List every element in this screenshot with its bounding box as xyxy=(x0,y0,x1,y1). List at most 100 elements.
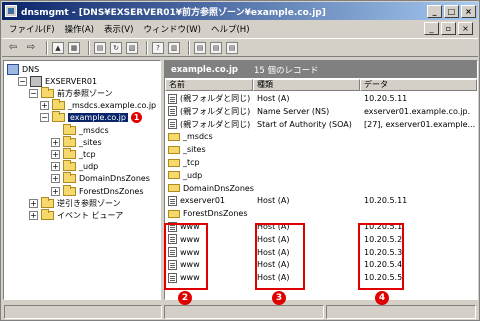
expand-icon[interactable]: + xyxy=(51,137,60,147)
record-data: exserver01.example.co.jp. xyxy=(364,106,471,116)
expand-icon[interactable]: + xyxy=(51,186,60,196)
tree-item[interactable]: + _tcp xyxy=(51,147,96,160)
folder-icon xyxy=(168,145,180,154)
type-highlight-box xyxy=(255,223,305,290)
toolbar-separator xyxy=(146,40,148,55)
tree-item[interactable]: + ForestDnsZones xyxy=(51,184,143,197)
expand-icon[interactable]: + xyxy=(29,210,38,220)
tree-item-label: 逆引き参照ゾーン xyxy=(57,198,121,208)
record-name: ForestDnsZones xyxy=(183,209,248,219)
list-item[interactable]: _sites xyxy=(165,144,477,156)
folder-icon xyxy=(41,86,54,98)
expand-icon[interactable]: + xyxy=(51,149,60,159)
expand-icon[interactable]: + xyxy=(51,162,60,172)
record-name-cell: (親フォルダと同じ) xyxy=(168,93,254,105)
menu-item[interactable]: ファイル(F) xyxy=(4,23,60,35)
zone-header: example.co.jp 15 個のレコード xyxy=(165,61,477,78)
help-icon[interactable]: ? xyxy=(152,41,164,54)
collapse-icon[interactable]: − xyxy=(18,76,27,86)
collapse-icon[interactable]: − xyxy=(29,88,38,98)
record-type xyxy=(257,208,360,220)
record-name-cell: _msdcs xyxy=(168,131,254,143)
folder-icon xyxy=(63,160,76,172)
refresh-icon[interactable]: ↻ xyxy=(110,41,122,54)
record-data xyxy=(364,144,476,156)
mdi-close-button[interactable]: × xyxy=(458,22,473,35)
new-mail-exchanger-icon[interactable]: ▤ xyxy=(226,41,238,54)
close-button[interactable]: × xyxy=(461,4,476,18)
export-list-icon[interactable]: ▧ xyxy=(126,41,138,54)
tree-item[interactable]: + イベント ビューア xyxy=(29,208,123,221)
table-row[interactable]: (親フォルダと同じ) Host (A) 10.20.5.11 xyxy=(165,93,477,105)
server-icon xyxy=(30,75,42,87)
maximize-button[interactable]: □ xyxy=(444,4,459,18)
column-header-type[interactable]: 種類 xyxy=(253,79,360,91)
table-row[interactable]: www Host (A) 10.20.5.2 xyxy=(165,234,477,246)
expand-icon[interactable]: + xyxy=(29,198,38,208)
column-header-name[interactable]: 名前 xyxy=(165,79,253,91)
table-row[interactable]: www Host (A) 10.20.5.5 xyxy=(165,272,477,284)
mdi-restore-button[interactable]: ▫ xyxy=(441,22,456,35)
status-bar xyxy=(2,303,478,320)
record-name: _tcp xyxy=(183,158,200,167)
list-item[interactable]: _msdcs xyxy=(165,131,477,143)
table-row[interactable]: www Host (A) 10.20.5.4 xyxy=(165,259,477,271)
tree-item[interactable]: − example.co.jp 1 xyxy=(40,111,142,124)
expand-icon[interactable]: + xyxy=(40,101,49,111)
tree-item[interactable]: DNS xyxy=(7,63,39,75)
tree-item-label: _tcp xyxy=(79,149,96,159)
tree-item[interactable]: + _udp xyxy=(51,160,98,173)
menu-item[interactable]: 操作(A) xyxy=(60,23,99,35)
folder-icon xyxy=(41,208,54,220)
list-item[interactable]: ForestDnsZones xyxy=(165,208,477,220)
new-alias-icon[interactable]: ▤ xyxy=(210,41,222,54)
status-panel xyxy=(326,304,476,319)
record-name-cell: (親フォルダと同じ) xyxy=(168,119,254,131)
table-row[interactable]: exserver01 Host (A) 10.20.5.11 xyxy=(165,195,477,207)
table-row[interactable]: (親フォルダと同じ) Name Server (NS) exserver01.exa… xyxy=(165,106,477,118)
folder-icon xyxy=(168,171,180,180)
table-row[interactable]: www Host (A) 10.20.5.3 xyxy=(165,247,477,259)
menu-item[interactable]: ヘルプ(H) xyxy=(206,23,255,35)
status-panel xyxy=(4,304,162,319)
title-bar[interactable]: dnsmgmt - [DNS¥EXSERVER01¥前方参照ゾーン¥exampl… xyxy=(2,2,478,20)
show-tree-icon[interactable]: ▦ xyxy=(68,41,80,54)
mmc-window: dnsmgmt - [DNS¥EXSERVER01¥前方参照ゾーン¥exampl… xyxy=(0,0,480,321)
tree-item[interactable]: − 前方参照ゾーン xyxy=(29,86,113,99)
column-header-data[interactable]: データ xyxy=(360,79,477,91)
table-row[interactable]: www Host (A) 10.20.5.1 xyxy=(165,221,477,233)
records-pane[interactable]: example.co.jp 15 個のレコード 名前 種類 データ (親フォルダ… xyxy=(164,60,478,300)
new-host-icon[interactable]: ▤ xyxy=(194,41,206,54)
list-item[interactable]: _udp xyxy=(165,170,477,182)
collapse-icon[interactable]: − xyxy=(40,113,49,123)
list-item[interactable]: _tcp xyxy=(165,157,477,169)
folder-icon xyxy=(52,111,65,123)
toolbar: ⇦ ⇨ ▲ ▦ ▤ ↻ ▧ ? ▥ ▤ ▤ ▤ xyxy=(2,38,478,57)
mdi-minimize-button[interactable]: _ xyxy=(424,22,439,35)
tree-item[interactable]: + 逆引き参照ゾーン xyxy=(29,196,121,209)
forward-arrow-icon[interactable]: ⇨ xyxy=(24,41,38,55)
record-type: Name Server (NS) xyxy=(257,106,330,116)
tree-item[interactable]: + _msdcs.example.co.jp xyxy=(40,99,156,112)
tree-item[interactable]: − EXSERVER01 xyxy=(18,75,97,87)
data-highlight-box xyxy=(358,223,404,290)
up-folder-icon[interactable]: ▲ xyxy=(52,41,64,54)
folder-icon xyxy=(168,209,180,218)
table-row[interactable]: (親フォルダと同じ) Start of Authority (SOA) [27], … xyxy=(165,119,477,131)
expand-icon[interactable]: + xyxy=(51,174,60,184)
properties-icon[interactable]: ▤ xyxy=(94,41,106,54)
menu-bar: ファイル(F) 操作(A) 表示(V) ウィンドウ(W) ヘルプ(H) xyxy=(2,21,478,37)
minimize-button[interactable]: _ xyxy=(427,4,442,18)
tree-item[interactable]: _msdcs xyxy=(51,123,109,136)
record-data: 10.20.5.11 xyxy=(364,94,408,103)
folder-icon xyxy=(63,147,76,159)
tree-item[interactable]: + DomainDnsZones xyxy=(51,172,150,185)
console-view-icon[interactable]: ▥ xyxy=(168,41,180,54)
list-item[interactable]: DomainDnsZones xyxy=(165,183,477,195)
menu-item[interactable]: 表示(V) xyxy=(99,23,138,35)
menu-item[interactable]: ウィンドウ(W) xyxy=(138,23,206,35)
record-name: DomainDnsZones xyxy=(183,183,254,193)
tree-item[interactable]: + _sites xyxy=(51,135,102,148)
console-tree-pane[interactable]: DNS − EXSERVER01− 前方参照ゾーン + _msdcs.example.co… xyxy=(3,60,161,300)
back-arrow-icon[interactable]: ⇦ xyxy=(6,41,20,55)
